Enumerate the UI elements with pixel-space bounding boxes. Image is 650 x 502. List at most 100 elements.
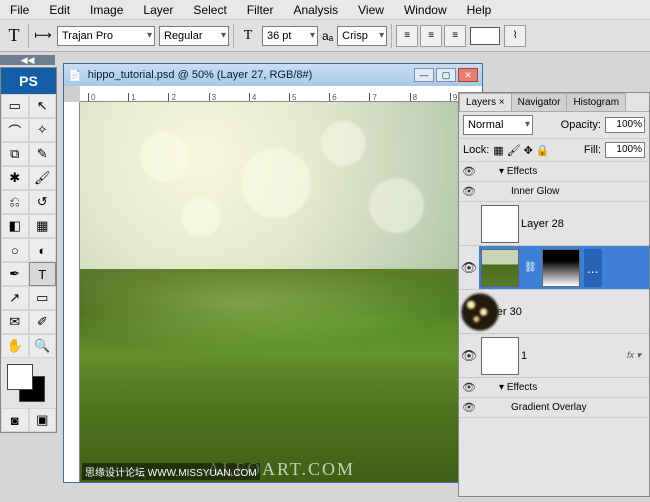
ruler-mark: 6 bbox=[329, 93, 336, 101]
fill-input[interactable]: 100% bbox=[605, 142, 645, 158]
visibility-toggle[interactable] bbox=[459, 202, 479, 245]
effects-row[interactable]: 👁 ▾ Effects bbox=[459, 162, 649, 182]
effect-gradient-overlay[interactable]: 👁 Gradient Overlay bbox=[459, 398, 649, 418]
layer-thumbnail[interactable] bbox=[481, 205, 519, 243]
slice-tool[interactable]: ✎ bbox=[29, 142, 57, 166]
hand-tool[interactable]: ✋ bbox=[1, 334, 29, 358]
visibility-toggle[interactable]: 👁 bbox=[459, 334, 479, 377]
menu-image[interactable]: Image bbox=[80, 0, 133, 19]
layer-mask-thumbnail[interactable] bbox=[542, 249, 580, 287]
eyedropper-tool[interactable]: ✐ bbox=[29, 310, 57, 334]
history-brush-tool[interactable]: ↺ bbox=[29, 190, 57, 214]
pen-tool[interactable]: ✒ bbox=[1, 262, 29, 286]
menu-help[interactable]: Help bbox=[457, 0, 502, 19]
menu-edit[interactable]: Edit bbox=[39, 0, 80, 19]
lasso-tool[interactable]: ⌒ bbox=[1, 118, 29, 142]
layer-thumbnail[interactable] bbox=[461, 293, 499, 331]
ruler-mark: 7 bbox=[369, 93, 376, 101]
lock-image-icon[interactable]: 🖌 bbox=[507, 144, 521, 157]
menu-filter[interactable]: Filter bbox=[237, 0, 284, 19]
magic-wand-tool[interactable]: ✧ bbox=[29, 118, 57, 142]
canvas[interactable]: ALFOART.COM 思缘设计论坛 WWW.MISSYUAN.COM bbox=[80, 102, 482, 482]
layer-thumbnail[interactable] bbox=[481, 337, 519, 375]
layer-row-selected[interactable]: 👁 ⛓ ... bbox=[459, 246, 649, 290]
layer-name[interactable]: Layer 28 bbox=[521, 218, 564, 230]
menu-analysis[interactable]: Analysis bbox=[283, 0, 348, 19]
stamp-tool[interactable]: ⎌ bbox=[1, 190, 29, 214]
tab-histogram[interactable]: Histogram bbox=[566, 93, 626, 111]
visibility-toggle[interactable]: 👁 bbox=[459, 246, 479, 289]
warp-text-button[interactable]: ⌇ bbox=[504, 25, 526, 47]
document-icon: 📄 bbox=[68, 69, 82, 82]
gradient-tool[interactable]: ▦ bbox=[29, 214, 57, 238]
menu-file[interactable]: File bbox=[0, 0, 39, 19]
anti-alias-dropdown[interactable]: Crisp bbox=[337, 26, 387, 46]
layers-panel: Layers × Navigator Histogram Normal Opac… bbox=[458, 92, 650, 497]
layer-row[interactable]: 👁 Layer 30 bbox=[459, 290, 649, 334]
text-color-swatch[interactable] bbox=[470, 27, 500, 45]
lock-all-icon[interactable]: 🔒 bbox=[536, 144, 550, 157]
blur-tool[interactable]: ○ bbox=[1, 238, 29, 262]
brush-tool[interactable]: 🖌 bbox=[29, 166, 57, 190]
foreground-color-swatch[interactable] bbox=[7, 364, 33, 390]
fx-badge[interactable]: fx ▾ bbox=[627, 350, 649, 361]
path-selection-tool[interactable]: ↗ bbox=[1, 286, 29, 310]
separator bbox=[391, 24, 392, 48]
tab-layers[interactable]: Layers × bbox=[459, 93, 512, 111]
visibility-toggle[interactable]: 👁 bbox=[459, 401, 479, 414]
screenmode-toggle[interactable]: ▣ bbox=[29, 408, 57, 432]
quickmask-toggle[interactable]: ◙ bbox=[1, 408, 29, 432]
maximize-button[interactable]: ▢ bbox=[436, 68, 456, 82]
ruler-mark: 3 bbox=[209, 93, 216, 101]
document-titlebar[interactable]: 📄 hippo_tutorial.psd @ 50% (Layer 27, RG… bbox=[64, 64, 482, 86]
lock-transparency-icon[interactable]: ▦ bbox=[493, 144, 503, 157]
ruler-mark: 5 bbox=[289, 93, 296, 101]
layer-name[interactable]: 1 bbox=[521, 350, 527, 362]
tab-navigator[interactable]: Navigator bbox=[511, 93, 568, 111]
dodge-tool[interactable]: ◐ bbox=[29, 238, 57, 262]
tool-preset-icon[interactable]: T bbox=[4, 26, 24, 46]
layer-thumbnail[interactable] bbox=[481, 249, 519, 287]
mask-link-icon[interactable]: ⛓ bbox=[524, 262, 537, 273]
align-right-button[interactable]: ≡ bbox=[444, 25, 466, 47]
healing-brush-tool[interactable]: ✱ bbox=[1, 166, 29, 190]
close-button[interactable]: ✕ bbox=[458, 68, 478, 82]
menu-layer[interactable]: Layer bbox=[133, 0, 183, 19]
document-title: hippo_tutorial.psd @ 50% (Layer 27, RGB/… bbox=[82, 69, 412, 81]
eraser-tool[interactable]: ◧ bbox=[1, 214, 29, 238]
notes-tool[interactable]: ✉ bbox=[1, 310, 29, 334]
ruler-mark: 8 bbox=[410, 93, 417, 101]
minimize-button[interactable]: — bbox=[414, 68, 434, 82]
effects-row[interactable]: 👁 ▾ Effects bbox=[459, 378, 649, 398]
menu-window[interactable]: Window bbox=[394, 0, 457, 19]
blend-mode-dropdown[interactable]: Normal bbox=[463, 115, 533, 135]
text-align-group: ≡ ≡ ≡ bbox=[396, 25, 466, 47]
anti-alias-icon: aₐ bbox=[322, 29, 333, 43]
layer-more-button[interactable]: ... bbox=[584, 249, 602, 287]
menu-view[interactable]: View bbox=[348, 0, 394, 19]
font-style-dropdown[interactable]: Regular bbox=[159, 26, 229, 46]
zoom-tool[interactable]: 🔍 bbox=[29, 334, 57, 358]
shape-tool[interactable]: ▭ bbox=[29, 286, 57, 310]
layer-row[interactable]: Layer 28 bbox=[459, 202, 649, 246]
type-tool[interactable]: T bbox=[29, 262, 57, 286]
visibility-toggle[interactable]: 👁 bbox=[459, 381, 479, 394]
font-size-dropdown[interactable]: 36 pt bbox=[262, 26, 318, 46]
effect-inner-glow[interactable]: 👁 Inner Glow bbox=[459, 182, 649, 202]
layer-row[interactable]: 👁 1 fx ▾ bbox=[459, 334, 649, 378]
visibility-toggle[interactable]: 👁 bbox=[459, 185, 479, 198]
align-center-button[interactable]: ≡ bbox=[420, 25, 442, 47]
text-orientation-toggle[interactable]: ⟼ bbox=[33, 26, 53, 46]
visibility-toggle[interactable]: 👁 bbox=[459, 165, 479, 178]
options-bar: T ⟼ Trajan Pro Regular T 36 pt aₐ Crisp … bbox=[0, 20, 650, 52]
palette-collapse-tab[interactable]: ◀◀ bbox=[0, 55, 55, 65]
font-family-dropdown[interactable]: Trajan Pro bbox=[57, 26, 155, 46]
crop-tool[interactable]: ⧉ bbox=[1, 142, 29, 166]
opacity-input[interactable]: 100% bbox=[605, 117, 645, 133]
color-swatches[interactable] bbox=[1, 358, 56, 408]
lock-position-icon[interactable]: ✥ bbox=[524, 144, 533, 157]
marquee-tool[interactable]: ▭ bbox=[1, 94, 29, 118]
align-left-button[interactable]: ≡ bbox=[396, 25, 418, 47]
menu-select[interactable]: Select bbox=[183, 0, 236, 19]
move-tool[interactable]: ↖ bbox=[29, 94, 57, 118]
